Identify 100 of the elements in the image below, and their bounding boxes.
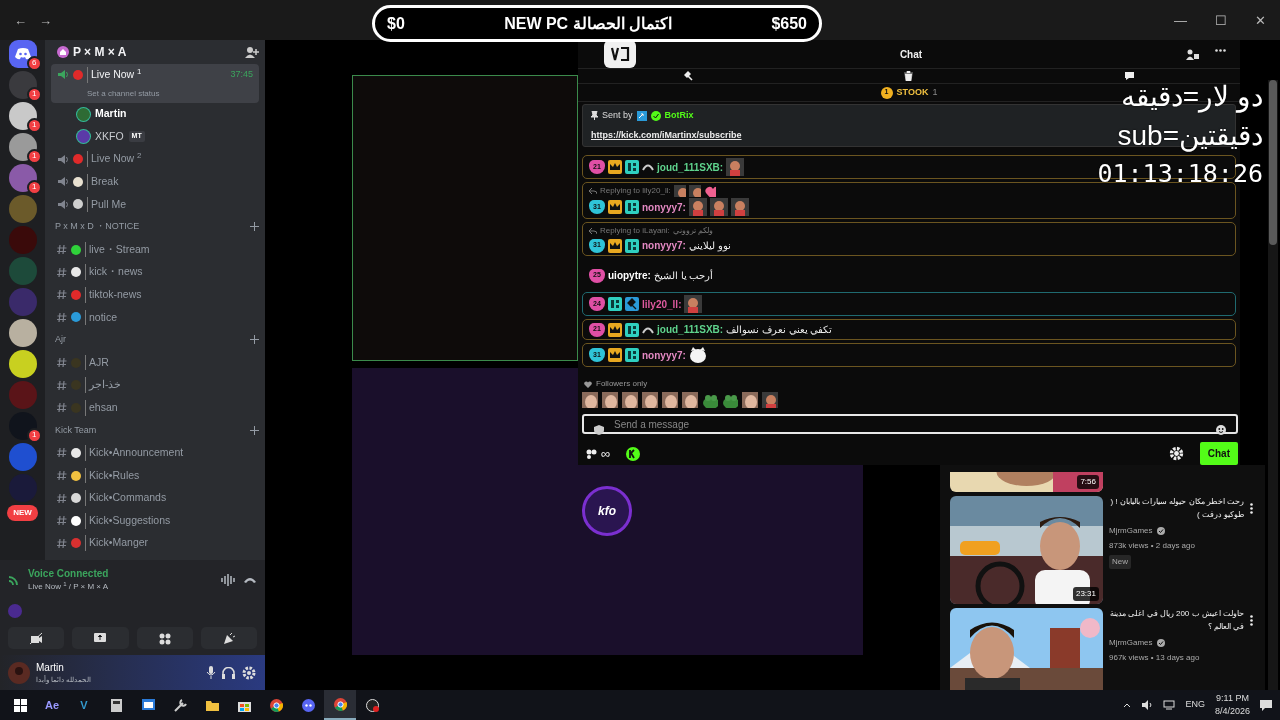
soundboard-button[interactable] [200,627,257,649]
chat-username[interactable]: nonyyy7: [642,347,686,363]
camera-off-button[interactable] [8,627,65,649]
crown-badge-icon [608,200,622,215]
channel-name[interactable]: خذ-اجر [85,377,122,394]
face-emote[interactable] [582,392,598,409]
home-icon [57,46,69,58]
microphone-icon[interactable] [206,666,216,679]
forward-button[interactable]: → [33,13,58,27]
back-button[interactable]: ← [8,13,33,27]
video-title[interactable]: حاولت اعيش ب 200 ريال في اغلى مدينة في العالم ؟ [1109,608,1244,634]
frog-emote[interactable] [722,392,738,409]
face-emote[interactable] [682,392,698,409]
minimize-button[interactable]: — [1168,13,1193,27]
channel-name[interactable]: ehsan [85,399,118,416]
server-icon[interactable] [8,319,37,347]
face-emote[interactable] [642,392,658,409]
send-chat-button[interactable]: Chat [1199,442,1238,465]
chat-text: أرحب يا الشيخ [653,268,714,284]
channel-name[interactable]: Kick•Manger [85,535,149,552]
category-name[interactable]: Kick Team [55,423,97,438]
face-emote[interactable] [662,392,678,409]
chat-username[interactable]: joud_111SXB: [657,159,724,175]
windows-icon [13,698,27,712]
chat-username[interactable]: joud_111SXB: [657,322,724,338]
chevron-icon[interactable] [1123,702,1132,708]
plus-icon[interactable] [250,335,259,345]
activities-button[interactable] [136,627,193,649]
channel-name[interactable]: MjrmGames [1109,636,1153,649]
users-icon[interactable] [1186,48,1199,60]
channel-name[interactable]: live・Stream [85,241,150,258]
face-emote[interactable] [602,392,618,409]
chat-username[interactable]: uiopytre: [608,268,651,284]
channel-name[interactable]: AJR [85,354,109,371]
reply-label: Replying to lily20_ll: [600,185,671,198]
soundboard-icon[interactable] [221,573,235,586]
channel-name[interactable]: Kick•Rules [85,467,140,484]
pin-link[interactable]: https://kick.com/iMartinx/subscribe [591,128,742,143]
server-name[interactable]: P × M × A [73,43,127,61]
face-emote[interactable] [622,392,638,409]
frog-emote[interactable] [702,392,718,409]
member-name[interactable]: XKFO [95,128,124,145]
taskbar-app[interactable]: Ae [36,690,68,720]
face-emote[interactable] [742,392,758,409]
volume-icon[interactable] [1141,700,1154,710]
disconnect-icon[interactable] [243,575,257,584]
chat-username[interactable]: nonyyy7: [642,199,686,215]
maximize-button[interactable]: ☐ [1209,13,1233,27]
headphones-icon[interactable] [222,666,235,679]
kick-icon[interactable] [626,446,641,461]
message-input[interactable]: Send a message [582,414,1238,434]
trash-icon[interactable] [904,71,913,82]
channel-name[interactable]: notice [85,309,118,326]
member-name[interactable]: Martin [95,106,127,122]
channel-name[interactable]: Break [87,173,119,190]
cat-emote [688,346,707,365]
channel-name[interactable]: Live Now $^{2}$ [87,151,142,168]
network-icon[interactable] [1163,700,1176,710]
category-name[interactable]: Ajr [55,333,66,347]
pinned-user[interactable]: STOOK [896,85,929,100]
taskbar-app[interactable] [324,690,356,720]
channel-name[interactable]: tiktok-news [85,286,142,303]
channel-name[interactable]: MjrmGames [1109,524,1153,537]
sticker-emote [730,198,749,217]
settings-icon[interactable] [1168,446,1184,461]
channel-status[interactable]: Set a channel status [87,87,160,100]
chat-username[interactable]: nonyyy7: [642,238,686,254]
clock-date[interactable]: 8/4/2026 [1214,705,1250,719]
settings-icon[interactable] [241,664,257,681]
server-icon[interactable] [8,350,37,378]
chat-username[interactable]: lily20_ll: [642,296,682,312]
language-indicator[interactable]: ENG [1185,698,1205,712]
voice-channel-link[interactable]: Live Now $^{1}$ / P × M × A [28,581,213,593]
channel-item[interactable]: Live Now $^{1}$ 37:45 Set a channel status [51,64,259,103]
channel-name[interactable]: Kick•Announcement [85,445,184,461]
plus-icon[interactable] [250,222,259,232]
subscriber-badge-icon [625,238,639,253]
channel-name[interactable]: kick・news [85,264,143,281]
hammer-icon[interactable] [683,71,694,82]
channel-name[interactable]: Kick•Suggestions [85,512,171,529]
scrollbar-thumb[interactable] [1269,80,1277,245]
points-icon[interactable] [586,448,597,459]
sticker-emote[interactable] [762,392,778,409]
plus-icon[interactable] [250,425,259,435]
video-title[interactable]: رحت اخطر مكان حيوله سيارات باليابان ! ( طوكيو درفت ) [1109,496,1244,522]
add-member-icon[interactable] [245,46,259,58]
chat-bubble-icon[interactable] [1123,71,1135,82]
more-icon[interactable] [1250,615,1253,627]
emoji-icon[interactable] [1216,425,1226,436]
channel-name[interactable]: Kick•Commands [85,490,167,506]
taskbar-app[interactable]: V [68,690,100,720]
channel-name[interactable]: Pull Me [87,196,126,213]
category-name[interactable]: P x M x D ・NOTICE [55,220,140,234]
screen-share-button[interactable] [72,627,129,649]
clock-time[interactable]: 9:11 PM [1214,691,1250,705]
notification-icon[interactable] [1260,699,1272,711]
discord-logo-icon [14,48,31,60]
more-icon[interactable] [1250,503,1253,515]
more-icon[interactable] [1215,48,1226,52]
close-button[interactable]: ✕ [1249,13,1272,27]
